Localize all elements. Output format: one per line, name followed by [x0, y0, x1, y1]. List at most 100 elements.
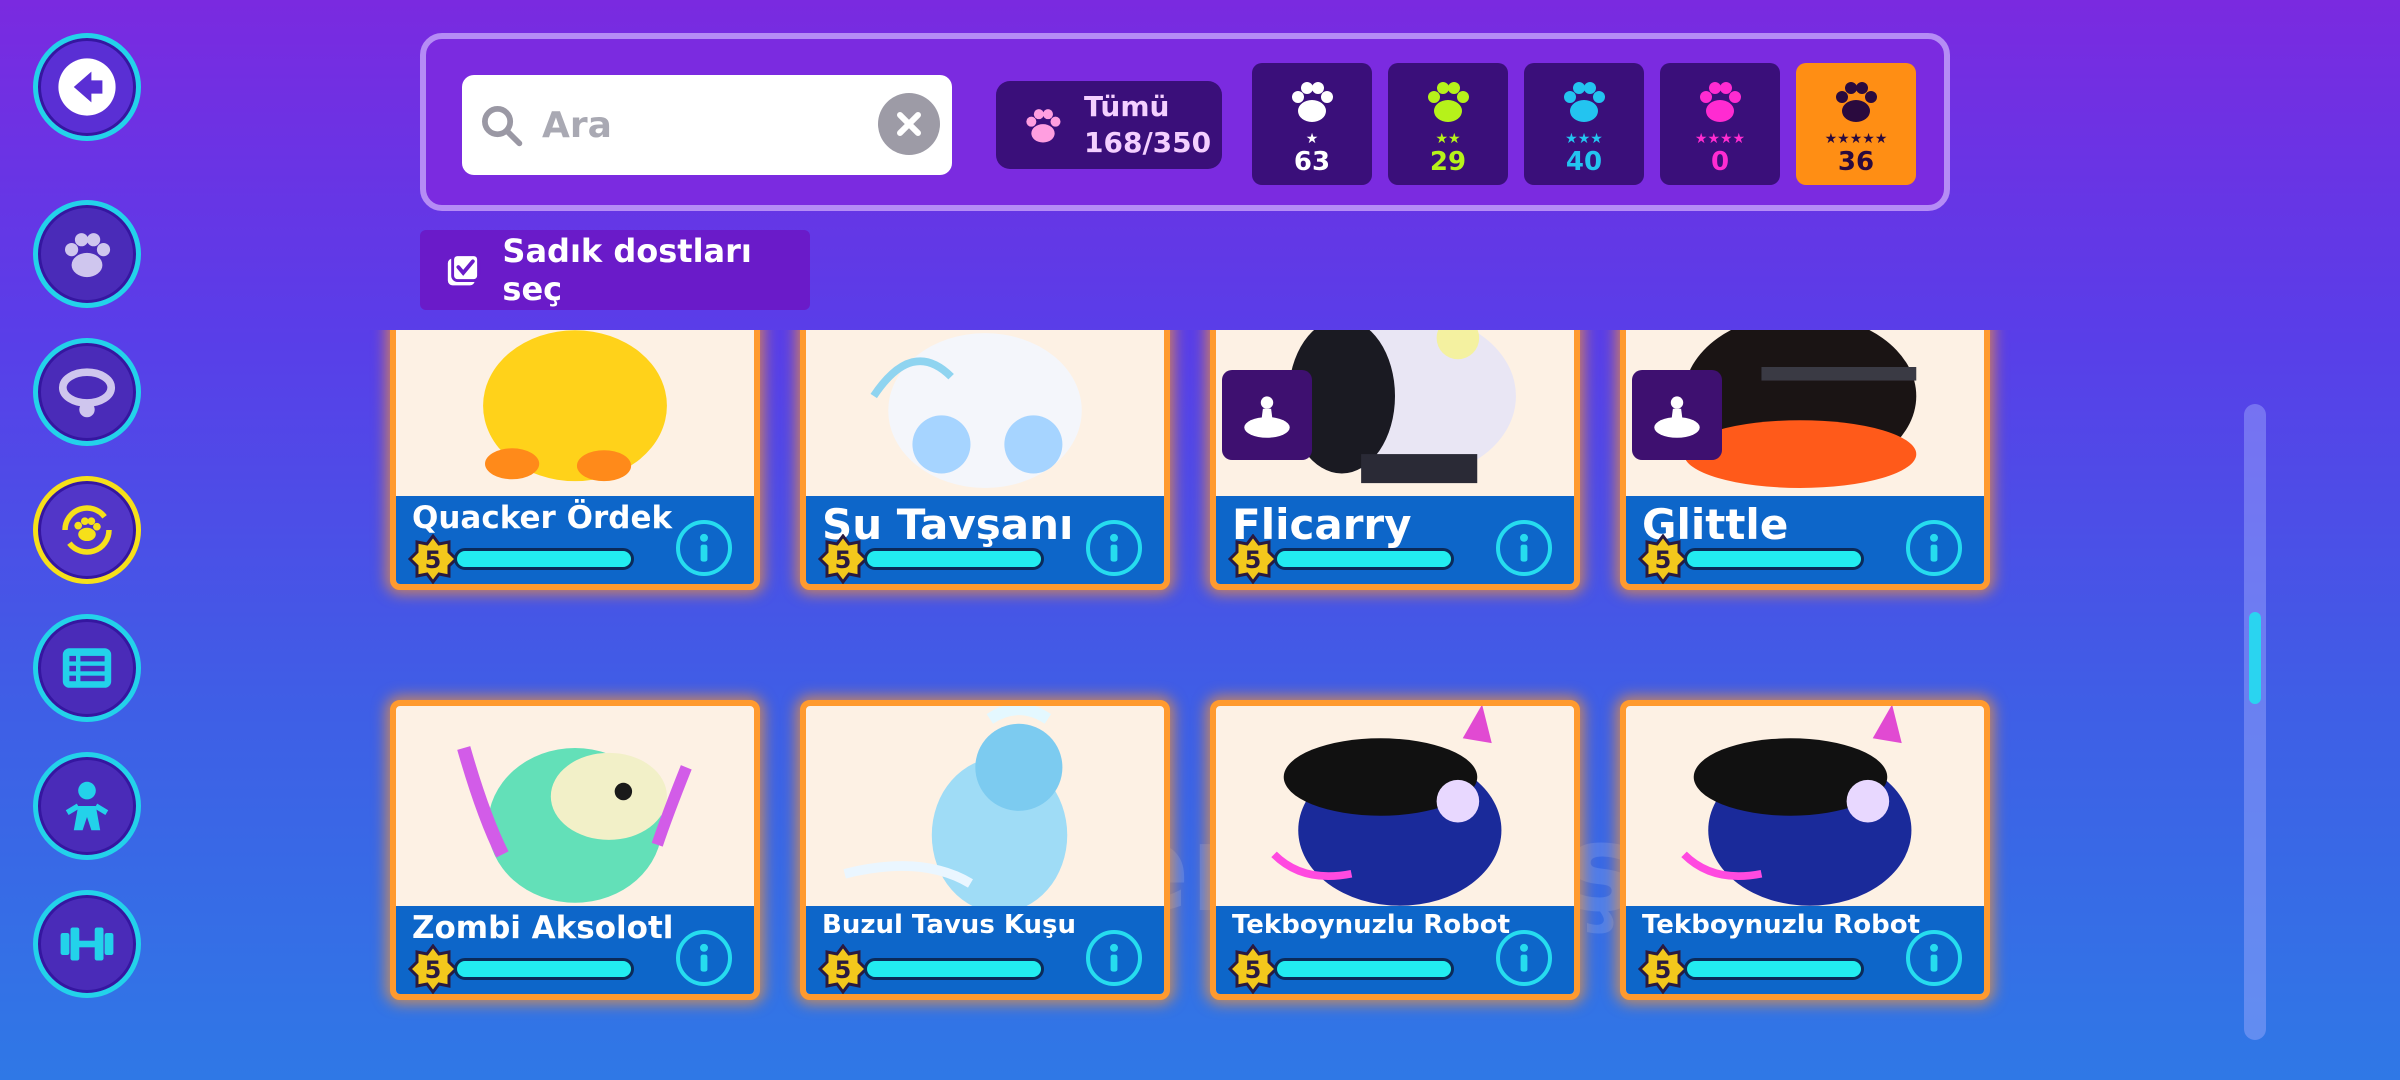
pet-info-bar: Flicarry 5 — [1216, 496, 1574, 584]
search-placeholder: Ara — [542, 104, 612, 146]
xp-bar-fill — [457, 551, 631, 567]
pet-level: 5 — [425, 956, 442, 984]
clear-search-button[interactable] — [878, 93, 940, 155]
pet-level: 5 — [425, 546, 442, 574]
rarity-stars: ★★ — [1435, 131, 1461, 147]
xp-bar — [1274, 958, 1454, 980]
paw-icon — [1836, 82, 1877, 122]
info-icon — [700, 533, 708, 562]
rarity-stars: ★★★★★ — [1824, 131, 1888, 147]
pet-card[interactable]: Su Tavşanı 5 — [800, 330, 1170, 590]
pet-card[interactable]: Buzul Tavus Kuşu 5 — [800, 700, 1170, 1000]
pet-image — [457, 746, 692, 903]
search-icon — [482, 106, 523, 147]
xp-bar-fill — [867, 961, 1041, 977]
sidebar-trade-button[interactable] — [33, 476, 141, 584]
info-button[interactable] — [1496, 930, 1552, 986]
list-icon — [62, 648, 112, 688]
paw-icon — [1428, 82, 1469, 122]
rarity-count: 36 — [1837, 147, 1875, 177]
pet-level: 5 — [1655, 956, 1672, 984]
pet-info-bar: Tekboynuzlu Robot 5 — [1216, 906, 1574, 994]
pet-image — [843, 706, 1068, 908]
avatar-icon — [65, 781, 109, 831]
filter-panel: Ara Tümü 168/350 ★ 63 ★★ 29 ★★★ 40 ★★★★ 0 ★★★★★ 3… — [420, 33, 1950, 211]
rarity-filter-5-star[interactable]: ★★★★★ 36 — [1796, 63, 1916, 185]
pet-card[interactable]: Glittle 5 — [1620, 330, 1990, 590]
pet-card[interactable]: Flicarry 5 — [1210, 330, 1580, 590]
pet-name: Quacker Ördek — [412, 500, 673, 536]
checkbox-icon — [447, 253, 481, 286]
scrollbar-track[interactable] — [2244, 404, 2266, 1040]
paw-cycle-icon — [62, 505, 112, 555]
filter-all-button[interactable]: Tümü 168/350 — [996, 81, 1222, 169]
xp-bar — [1684, 958, 1864, 980]
info-button[interactable] — [1086, 930, 1142, 986]
back-button[interactable] — [33, 33, 141, 141]
info-button[interactable] — [1906, 520, 1962, 576]
pet-level: 5 — [1245, 546, 1262, 574]
rarity-stars: ★★★ — [1565, 131, 1603, 147]
info-button[interactable] — [676, 520, 732, 576]
sidebar-training-button[interactable] — [33, 890, 141, 998]
paw-icon — [1700, 82, 1741, 122]
level-badge-icon: 5 — [1638, 944, 1688, 994]
paw-icon — [1026, 109, 1061, 143]
filter-all-label: Tümü — [1084, 90, 1170, 123]
sidebar-collar-button[interactable] — [33, 338, 141, 446]
pet-info-bar: Quacker Ördek 5 — [396, 496, 754, 584]
rarity-stars: ★ — [1305, 131, 1319, 147]
dumbbell-icon — [60, 927, 114, 961]
pet-card[interactable]: Quacker Ördek 5 — [390, 330, 760, 590]
select-loyal-pets-button[interactable]: Sadık dostları seç — [420, 230, 810, 310]
info-icon — [1520, 943, 1528, 972]
paw-icon — [1564, 82, 1605, 122]
info-button[interactable] — [1086, 520, 1142, 576]
pet-grid: itemsatış Quacker Ördek5Su Tavşanı5Flica… — [360, 330, 2040, 1080]
pet-image — [1681, 706, 1912, 906]
info-icon — [1110, 943, 1118, 972]
sidebar-avatar-button[interactable] — [33, 752, 141, 860]
level-badge-icon: 5 — [1228, 534, 1278, 584]
info-icon — [1110, 533, 1118, 562]
rarity-count: 29 — [1429, 147, 1467, 177]
rarity-stars: ★★★★ — [1694, 131, 1746, 147]
info-button[interactable] — [676, 930, 732, 986]
info-button[interactable] — [1906, 930, 1962, 986]
rarity-filter-1-star[interactable]: ★ 63 — [1252, 63, 1372, 185]
level-badge-icon: 5 — [408, 534, 458, 584]
collar-icon — [58, 368, 116, 418]
rarity-count: 0 — [1710, 147, 1730, 177]
search-input[interactable]: Ara — [462, 75, 952, 175]
pet-level: 5 — [835, 546, 852, 574]
select-loyal-pets-label: Sadık dostları seç — [502, 232, 752, 308]
rarity-filter-3-star[interactable]: ★★★ 40 — [1524, 63, 1644, 185]
rarity-filter-4-star[interactable]: ★★★★ 0 — [1660, 63, 1780, 185]
xp-bar-fill — [1687, 961, 1861, 977]
pet-name: Zombi Aksolotl — [412, 910, 674, 946]
pet-card[interactable]: Tekboynuzlu Robot 5 — [1620, 700, 1990, 1000]
close-icon — [897, 112, 921, 136]
pet-card[interactable]: Zombi Aksolotl 5 — [390, 700, 760, 1000]
info-icon — [1520, 533, 1528, 562]
sidebar-list-button[interactable] — [33, 614, 141, 722]
rarity-count: 63 — [1293, 147, 1331, 177]
pet-card[interactable]: Tekboynuzlu Robot 5 — [1210, 700, 1580, 1000]
info-button[interactable] — [1496, 520, 1552, 576]
paw-icon — [1292, 82, 1333, 122]
scrollbar-thumb[interactable] — [2249, 612, 2261, 704]
xp-bar-fill — [1277, 551, 1451, 567]
xp-bar-fill — [1277, 961, 1451, 977]
ride-badge — [1632, 370, 1722, 460]
rarity-filter-2-star[interactable]: ★★ 29 — [1388, 63, 1508, 185]
pet-info-bar: Glittle 5 — [1626, 496, 1984, 584]
pet-info-bar: Tekboynuzlu Robot 5 — [1626, 906, 1984, 994]
sidebar-pets-button[interactable] — [33, 200, 141, 308]
pet-level: 5 — [835, 956, 852, 984]
pet-name: Tekboynuzlu Robot — [1232, 910, 1511, 940]
pet-image — [870, 333, 1082, 488]
level-badge-icon: 5 — [1228, 944, 1278, 994]
xp-bar — [454, 548, 634, 570]
ride-icon — [1654, 396, 1700, 438]
pet-image — [483, 330, 667, 482]
